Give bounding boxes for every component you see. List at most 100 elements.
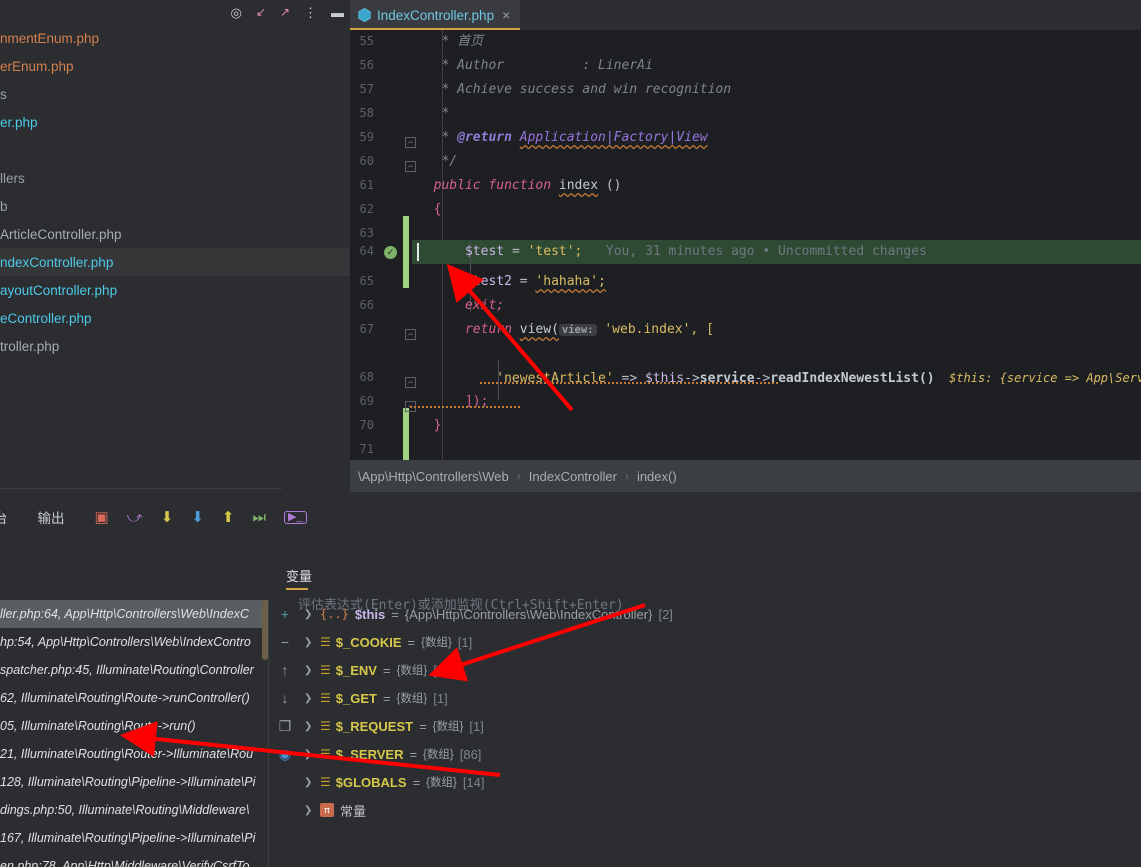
line-number-71[interactable]: 71	[350, 442, 374, 456]
view-breakpoints-icon[interactable]: ▣	[95, 510, 109, 525]
line-number-64[interactable]: 64	[350, 244, 374, 258]
target-icon[interactable]: ◎	[231, 6, 242, 19]
move-down-button[interactable]: ↓	[272, 684, 298, 712]
chevron-right-icon[interactable]: ❯	[304, 665, 314, 676]
stack-frame-row[interactable]: 21, Illuminate\Routing\Router->Illuminat…	[0, 740, 268, 768]
variable-row[interactable]: ❯ ☰ $_GET = {数组} [1]	[298, 684, 1141, 712]
close-icon[interactable]: ×	[502, 7, 510, 23]
line-number-68[interactable]: 68	[350, 370, 374, 384]
breadcrumb[interactable]: \App\Http\Controllers\Web › IndexControlle…	[350, 460, 1141, 492]
chevron-right-icon[interactable]: ❯	[304, 777, 314, 788]
step-over-icon[interactable]: ⤻	[127, 510, 143, 525]
line-number-66[interactable]: 66	[350, 298, 374, 312]
sidebar-file-er-php[interactable]: er.php	[0, 108, 350, 136]
code-line-62[interactable]: {	[418, 198, 442, 222]
chevron-right-icon[interactable]: ❯	[304, 721, 314, 732]
line-number-56[interactable]: 56	[350, 58, 374, 72]
code-line-68[interactable]: 'newestArticle' => $this->service->readI…	[418, 366, 1141, 390]
code-line-66[interactable]: exit;	[418, 294, 504, 318]
variable-row[interactable]: ❯ ☰ $_SERVER = {数组} [86]	[298, 740, 1141, 768]
fold-marker[interactable]: −	[405, 377, 416, 388]
code-line-69[interactable]: ]);	[418, 390, 488, 414]
chevron-right-icon[interactable]: ❯	[304, 609, 314, 620]
more-options-icon[interactable]: ⋮	[304, 6, 317, 19]
code-line-70[interactable]: }	[418, 414, 442, 438]
stack-frame-row[interactable]: 62, Illuminate\Routing\Route->runControl…	[0, 684, 268, 712]
variable-row[interactable]: ❯ π 常量	[298, 796, 1141, 824]
expand-outward-icon[interactable]: ↗	[280, 6, 290, 18]
stack-frame-row[interactable]: spatcher.php:45, Illuminate\Routing\Cont…	[0, 656, 268, 684]
chevron-right-icon[interactable]: ❯	[304, 749, 314, 760]
step-out-icon[interactable]: ⬆	[222, 510, 235, 525]
breadcrumb-item-1[interactable]: IndexController	[529, 469, 617, 484]
sidebar-file-ndexcontroller-php[interactable]: ndexController.php	[0, 248, 350, 276]
chevron-right-icon[interactable]: ❯	[304, 693, 314, 704]
code-line-65[interactable]: $test2 = 'hahaha';	[418, 270, 606, 294]
variable-row[interactable]: ❯ ☰ $GLOBALS = {数组} [14]	[298, 768, 1141, 796]
variable-row[interactable]: ❯ {..} $this = {App\Http\Controllers\Web\Ind…	[298, 600, 1141, 628]
vcs-change-marker[interactable]	[403, 408, 409, 460]
output-tab-label[interactable]: 输出	[38, 507, 65, 527]
code-line-58[interactable]: *	[418, 102, 449, 126]
stack-frame-row[interactable]: ller.php:64, App\Http\Controllers\Web\In…	[0, 600, 268, 628]
sidebar-file-erenum-php[interactable]: erEnum.php	[0, 52, 350, 80]
sidebar-file-llers[interactable]: llers	[0, 164, 350, 192]
line-number-61[interactable]: 61	[350, 178, 374, 192]
line-number-60[interactable]: 60	[350, 154, 374, 168]
line-number-55[interactable]: 55	[350, 34, 374, 48]
code-line-57[interactable]: * Achieve success and win recognition	[418, 78, 731, 102]
code-line-55[interactable]: * 首页	[418, 30, 483, 54]
code-line-59[interactable]: * @return Application|Factory|View	[418, 126, 707, 150]
sidebar-file-articlecontroller-php[interactable]: ArticleController.php	[0, 220, 350, 248]
code-line-64[interactable]: $test = 'test'; You, 31 minutes ago • Un…	[418, 240, 927, 264]
stack-frame-row[interactable]: hp:54, App\Http\Controllers\Web\IndexCon…	[0, 628, 268, 656]
step-into-icon[interactable]: ⬇	[161, 510, 174, 525]
fold-marker[interactable]: −	[405, 137, 416, 148]
console-tab-label[interactable]: 台	[0, 507, 8, 527]
stack-frame-row[interactable]: dings.php:50, Illuminate\Routing\Middlew…	[0, 796, 268, 824]
line-number-65[interactable]: 65	[350, 274, 374, 288]
frames-list[interactable]: ller.php:64, App\Http\Controllers\Web\In…	[0, 600, 268, 867]
vcs-change-marker[interactable]	[403, 216, 409, 288]
fold-marker[interactable]: −	[405, 161, 416, 172]
line-number-58[interactable]: 58	[350, 106, 374, 120]
variable-row[interactable]: ❯ ☰ $_ENV = {数组} [48]	[298, 656, 1141, 684]
project-sidebar[interactable]: nmentEnum.php erEnum.php s er.php llers b Arti…	[0, 24, 350, 492]
stack-frame-row[interactable]: 128, Illuminate\Routing\Pipeline->Illumi…	[0, 768, 268, 796]
line-number-62[interactable]: 62	[350, 202, 374, 216]
stack-frame-row[interactable]: 167, Illuminate\Routing\Pipeline->Illumi…	[0, 824, 268, 852]
breadcrumb-item-2[interactable]: index()	[637, 469, 677, 484]
line-number-59[interactable]: 59	[350, 130, 374, 144]
move-up-button[interactable]: ↑	[272, 656, 298, 684]
add-watch-button[interactable]: +	[272, 600, 298, 628]
stack-frame-row[interactable]: 05, Illuminate\Routing\Route->run()	[0, 712, 268, 740]
code-editor[interactable]: 555657585960616263646566676869707172 ✓ −…	[350, 30, 1141, 460]
line-number-69[interactable]: 69	[350, 394, 374, 408]
chevron-right-icon[interactable]: ❯	[304, 805, 314, 816]
inspect-button[interactable]: ◉	[272, 740, 298, 768]
remove-watch-button[interactable]: −	[272, 628, 298, 656]
fold-marker[interactable]: −	[405, 329, 416, 340]
line-number-70[interactable]: 70	[350, 418, 374, 432]
line-number-63[interactable]: 63	[350, 226, 374, 240]
chevron-right-icon[interactable]: ❯	[304, 637, 314, 648]
code-line-67[interactable]: return view(view: 'web.index', [	[418, 318, 714, 342]
sidebar-file-s[interactable]: s	[0, 80, 350, 108]
stack-frame-row[interactable]: en.php:78, App\Http\Middleware\VerifyCsr…	[0, 852, 268, 867]
tab-variables[interactable]: 变量	[286, 566, 312, 588]
sidebar-file-ayoutcontroller-php[interactable]: ayoutController.php	[0, 276, 350, 304]
run-to-cursor-icon[interactable]: ⏭	[252, 510, 266, 525]
verified-breakpoint-icon[interactable]: ✓	[384, 246, 397, 259]
force-step-into-icon[interactable]: ⬇	[191, 510, 204, 525]
variable-row[interactable]: ❯ ☰ $_COOKIE = {数组} [1]	[298, 628, 1141, 656]
sidebar-file-blank[interactable]	[0, 136, 350, 164]
code-line-61[interactable]: public function index ()	[418, 174, 622, 198]
code-line-56[interactable]: * Author : LinerAi	[418, 54, 652, 78]
copy-value-button[interactable]: ❐	[272, 712, 298, 740]
sidebar-file-troller-php[interactable]: troller.php	[0, 332, 350, 360]
sidebar-file-b[interactable]: b	[0, 192, 350, 220]
collapse-inward-icon[interactable]: ↙	[256, 6, 266, 18]
sidebar-file-nmentenum-php[interactable]: nmentEnum.php	[0, 24, 350, 52]
minimize-icon[interactable]: ▬	[331, 6, 344, 19]
evaluate-expression-icon[interactable]: ▶_	[283, 510, 307, 524]
